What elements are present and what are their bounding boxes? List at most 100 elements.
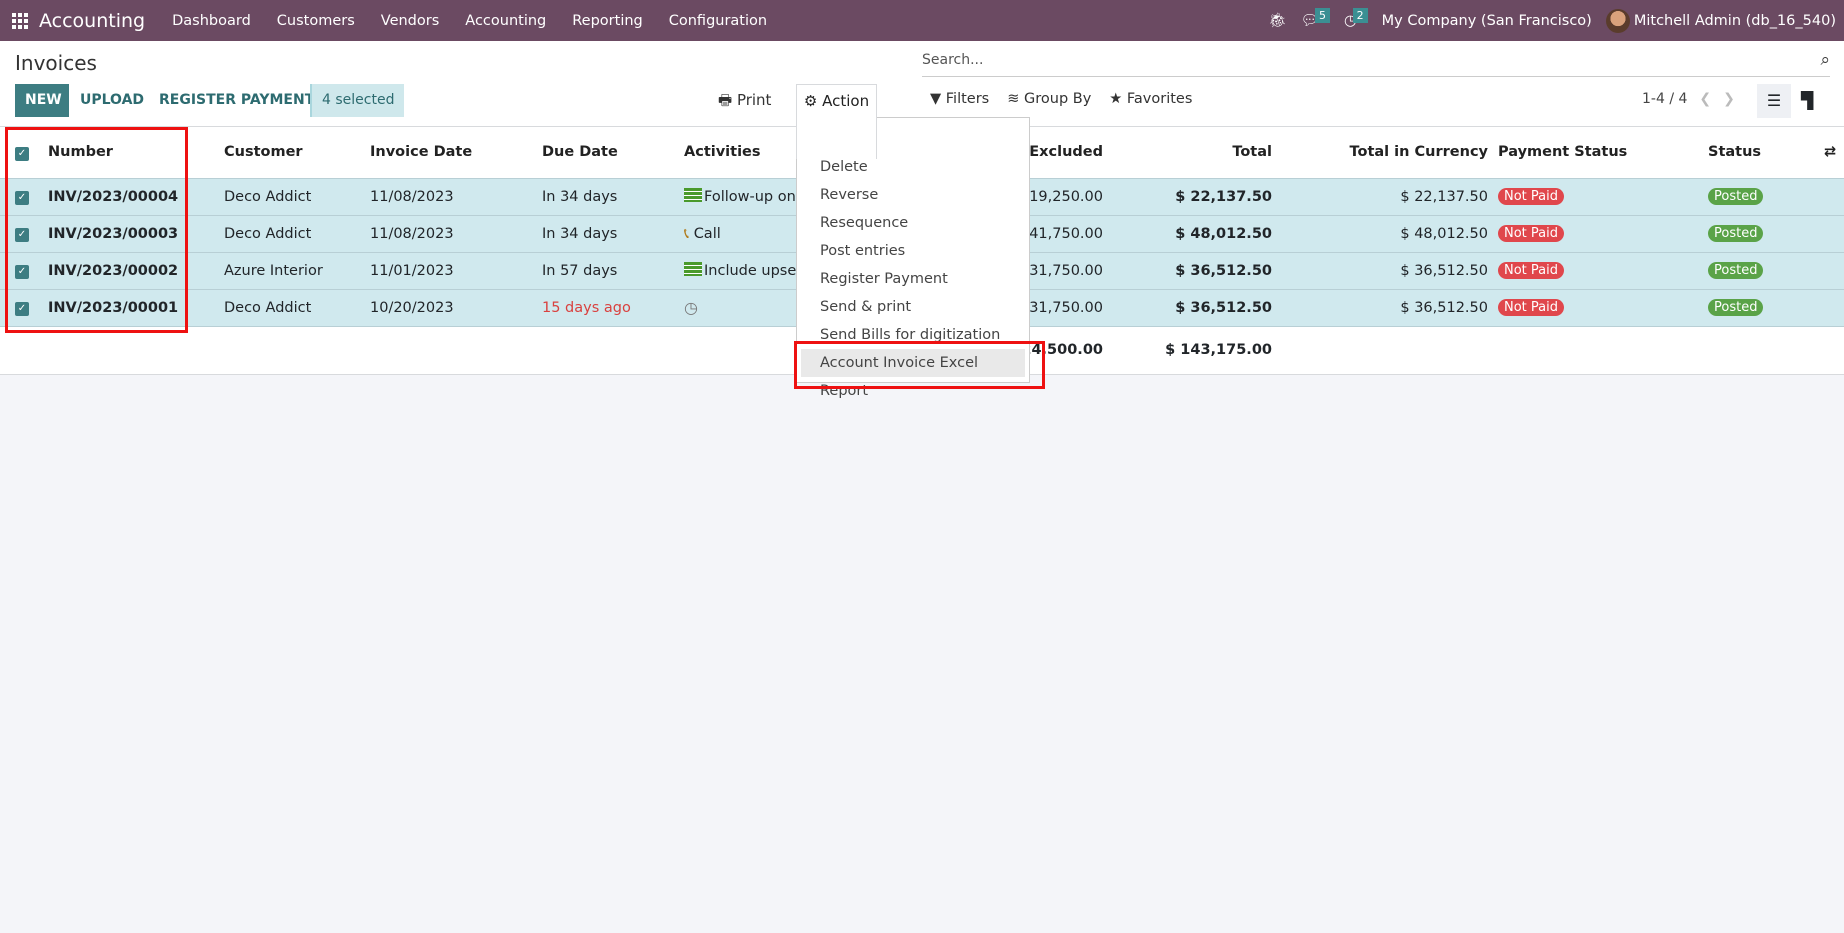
printer-icon: 🖶 bbox=[718, 91, 737, 109]
total-in-currency: $ 36,512.50 bbox=[1280, 251, 1496, 289]
action-menu-item-resequence[interactable]: Resequence bbox=[797, 209, 1029, 237]
total: $ 22,137.50 bbox=[1111, 177, 1280, 215]
menu-vendors[interactable]: Vendors bbox=[381, 13, 440, 29]
activity-summary: Call bbox=[693, 225, 721, 242]
layers-icon: ≋ bbox=[1007, 91, 1020, 107]
activity-summary: Include upsell bbox=[704, 263, 805, 279]
company-switcher[interactable]: My Company (San Francisco) bbox=[1382, 13, 1592, 29]
menu-accounting[interactable]: Accounting bbox=[465, 13, 546, 29]
filters-button[interactable]: ▼ Filters bbox=[930, 91, 989, 107]
payment-status-badge: Not Paid bbox=[1498, 225, 1564, 242]
list-view-icon[interactable]: ☰ bbox=[1757, 84, 1791, 118]
list-icon[interactable] bbox=[684, 262, 702, 276]
invoice-date: 11/08/2023 bbox=[362, 177, 534, 215]
status-badge: Posted bbox=[1708, 262, 1764, 279]
header-customer[interactable]: Customer bbox=[216, 127, 362, 178]
print-button[interactable]: 🖶 Print bbox=[718, 84, 771, 117]
due-date: In 34 days bbox=[534, 177, 676, 215]
invoice-number: INV/2023/00002 bbox=[40, 251, 216, 289]
phone-icon[interactable]: 📞︎ bbox=[684, 226, 689, 242]
selected-count: 4 selected bbox=[310, 84, 405, 117]
action-menu-item-send-print[interactable]: Send & print bbox=[797, 293, 1029, 321]
menu-reporting[interactable]: Reporting bbox=[572, 13, 643, 29]
header-due-date[interactable]: Due Date bbox=[534, 127, 676, 178]
top-navbar: Accounting Dashboard Customers Vendors A… bbox=[0, 0, 1844, 41]
star-icon: ★ bbox=[1109, 91, 1123, 107]
customer: Azure Interior bbox=[216, 251, 362, 289]
menu-configuration[interactable]: Configuration bbox=[669, 13, 767, 29]
list-icon[interactable] bbox=[684, 188, 702, 202]
messages-count: 5 bbox=[1314, 8, 1330, 23]
search-icon[interactable]: ⌕ bbox=[1820, 50, 1830, 70]
due-date: 15 days ago bbox=[534, 288, 676, 326]
group-by-button[interactable]: ≋ Group By bbox=[1007, 91, 1091, 107]
user-name: Mitchell Admin (db_16_540) bbox=[1633, 12, 1836, 29]
total-in-currency: $ 48,012.50 bbox=[1280, 214, 1496, 252]
activities-button[interactable]: ◷2 bbox=[1344, 7, 1368, 29]
action-menu-item-post-entries[interactable]: Post entries bbox=[797, 237, 1029, 265]
control-panel: Invoices NEW UPLOAD REGISTER PAYMENT 4 s… bbox=[0, 41, 1844, 159]
header-payment-status[interactable]: Payment Status bbox=[1496, 127, 1700, 178]
total: $ 48,012.50 bbox=[1111, 214, 1280, 252]
row-checkbox[interactable]: ✓ bbox=[15, 191, 29, 205]
header-invoice-date[interactable]: Invoice Date bbox=[362, 127, 534, 178]
optional-columns-icon[interactable]: ⇄ bbox=[1800, 127, 1844, 178]
action-menu-item-reverse[interactable]: Reverse bbox=[797, 181, 1029, 209]
gear-icon: ⚙ bbox=[803, 92, 818, 110]
messages-button[interactable]: 💬︎5 bbox=[1301, 8, 1330, 29]
search-placeholder: Search... bbox=[922, 52, 984, 68]
activities-count: 2 bbox=[1352, 7, 1368, 23]
total-in-currency: $ 36,512.50 bbox=[1280, 288, 1496, 326]
header-total-currency[interactable]: Total in Currency bbox=[1280, 127, 1496, 178]
action-label: Action bbox=[822, 92, 870, 110]
filter-icon: ▼ bbox=[930, 91, 942, 107]
pager-value[interactable]: 1-4 / 4 bbox=[1642, 91, 1687, 107]
invoice-date: 11/08/2023 bbox=[362, 214, 534, 252]
menu-customers[interactable]: Customers bbox=[277, 13, 355, 29]
app-brand[interactable]: Accounting bbox=[39, 10, 145, 32]
select-all-checkbox[interactable]: ✓ bbox=[15, 146, 29, 161]
favorites-button[interactable]: ★ Favorites bbox=[1109, 91, 1192, 107]
payment-status-badge: Not Paid bbox=[1498, 188, 1564, 205]
action-menu-item-register-payment[interactable]: Register Payment bbox=[797, 265, 1029, 293]
apps-menu-icon[interactable] bbox=[12, 12, 28, 29]
invoice-date: 10/20/2023 bbox=[362, 288, 534, 326]
debug-bug-icon[interactable]: 🐞︎ bbox=[1268, 12, 1286, 29]
status-badge: Posted bbox=[1708, 299, 1764, 316]
invoice-number: INV/2023/00004 bbox=[40, 177, 216, 215]
header-total[interactable]: Total bbox=[1111, 127, 1280, 178]
favorites-label: Favorites bbox=[1126, 91, 1193, 107]
customer: Deco Addict bbox=[216, 214, 362, 252]
total: $ 36,512.50 bbox=[1111, 288, 1280, 326]
invoice-number: INV/2023/00001 bbox=[40, 288, 216, 326]
row-checkbox[interactable]: ✓ bbox=[15, 265, 29, 279]
invoice-number: INV/2023/00003 bbox=[40, 214, 216, 252]
total-in-currency: $ 22,137.50 bbox=[1280, 177, 1496, 215]
chevron-right-icon[interactable]: ❯ bbox=[1723, 91, 1735, 107]
action-menu-item-account-invoice-excel-report[interactable]: Account Invoice Excel Report bbox=[801, 349, 1025, 399]
print-label: Print bbox=[736, 91, 772, 109]
status-badge: Posted bbox=[1708, 225, 1764, 242]
total: $ 36,512.50 bbox=[1111, 251, 1280, 289]
row-checkbox[interactable]: ✓ bbox=[15, 228, 29, 242]
header-number[interactable]: Number bbox=[40, 127, 216, 178]
invoice-date: 11/01/2023 bbox=[362, 251, 534, 289]
row-checkbox[interactable]: ✓ bbox=[15, 302, 29, 316]
user-menu[interactable]: Mitchell Admin (db_16_540) bbox=[1605, 8, 1836, 33]
new-button[interactable]: NEW bbox=[15, 84, 69, 117]
upload-button[interactable]: UPLOAD bbox=[70, 84, 154, 117]
due-date: In 57 days bbox=[534, 251, 676, 289]
register-payment-button[interactable]: REGISTER PAYMENT bbox=[149, 84, 324, 117]
group-by-label: Group By bbox=[1024, 91, 1092, 107]
chevron-left-icon[interactable]: ❮ bbox=[1699, 91, 1711, 107]
search-input[interactable]: Search... ⌕ bbox=[922, 47, 1830, 77]
menu-dashboard[interactable]: Dashboard bbox=[172, 13, 251, 29]
kanban-view-icon[interactable]: ▜ bbox=[1801, 84, 1813, 118]
customer: Deco Addict bbox=[216, 177, 362, 215]
action-button[interactable]: ⚙ Action bbox=[796, 84, 877, 159]
pager: 1-4 / 4 ❮ ❯ bbox=[1642, 91, 1735, 107]
action-menu-item-send-bills-for-digitization[interactable]: Send Bills for digitization bbox=[797, 321, 1029, 349]
clock-icon[interactable]: ◷ bbox=[684, 298, 698, 317]
payment-status-badge: Not Paid bbox=[1498, 299, 1564, 316]
header-status[interactable]: Status bbox=[1700, 127, 1800, 178]
